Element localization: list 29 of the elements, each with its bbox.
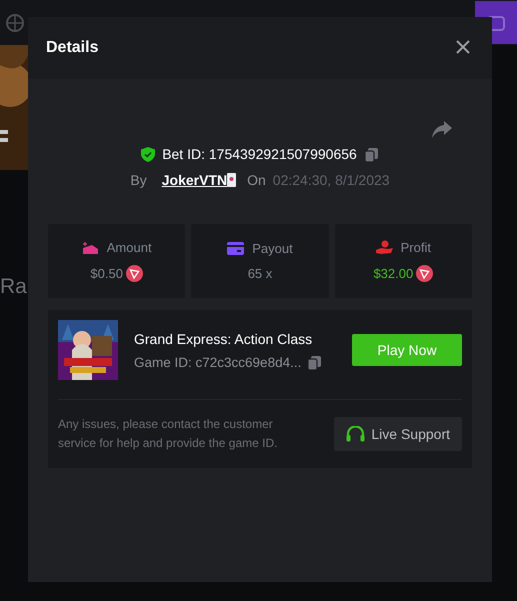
stat-label: Amount: [106, 240, 152, 255]
by-label: By: [130, 172, 147, 188]
copy-icon[interactable]: [364, 146, 379, 162]
live-support-button[interactable]: Live Support: [334, 417, 462, 451]
coin-icon: [416, 265, 434, 282]
support-notice: Any issues, please contact the customer service for help and provide the game ID.: [58, 416, 278, 452]
username-link[interactable]: JokerVTN: [162, 172, 228, 188]
game-title: Grand Express: Action Class: [134, 330, 314, 346]
stat-label: Profit: [400, 240, 431, 255]
card-icon: [227, 242, 244, 255]
section-title: Ra: [0, 275, 28, 299]
bet-time: 02:24:30, 8/1/2023: [272, 172, 390, 188]
bet-id-text: Bet ID: 1754392921507990656: [162, 146, 357, 162]
coin-icon: [126, 265, 143, 282]
share-icon[interactable]: [432, 121, 452, 138]
close-button[interactable]: [456, 40, 472, 56]
stat-label: Payout: [252, 241, 293, 256]
dialog-title: Details: [46, 39, 98, 57]
stat-value: 65 x: [248, 266, 272, 281]
basketball-icon: [6, 14, 24, 32]
headset-icon: [346, 426, 366, 442]
on-label: On: [247, 172, 266, 188]
playing-card-icon: [227, 173, 236, 187]
stat-value: $32.00: [373, 266, 414, 281]
hand-coin-icon: [376, 240, 393, 255]
shield-check-icon: [141, 146, 156, 162]
stat-value: $0.50: [90, 266, 123, 281]
copy-icon[interactable]: [307, 354, 322, 370]
game-id-text: Game ID: c72c3cc69e8d4...: [134, 354, 302, 370]
